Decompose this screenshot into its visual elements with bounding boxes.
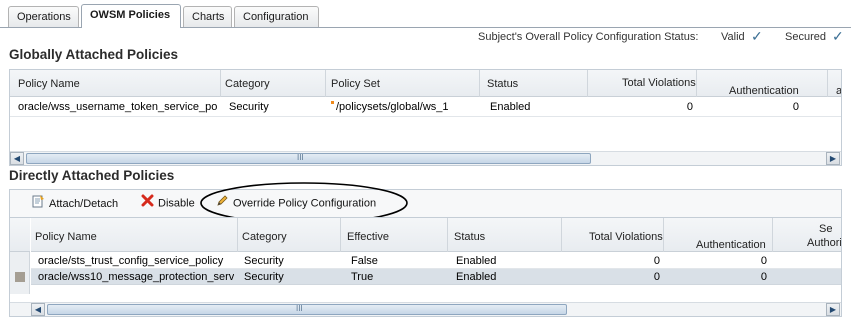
secured-check-icon: ✓ (832, 28, 844, 44)
scroll-grip-icon: III (297, 153, 304, 162)
effective-cell: True (351, 271, 374, 283)
total-violations-cell: 0 (653, 271, 660, 283)
scroll-right-button[interactable]: ▶ (826, 303, 840, 316)
policy-set-cell[interactable]: /policysets/global/ws_1 (336, 101, 449, 113)
scroll-left-button[interactable]: ◀ (10, 152, 24, 165)
column-header-security-partial: Se (819, 223, 833, 235)
global-policies-title: Globally Attached Policies (9, 47, 179, 62)
total-violations-cell: 0 (653, 255, 660, 267)
disable-x-icon (141, 194, 154, 213)
tab-bar: Operations OWSM Policies Charts Configur… (0, 0, 851, 28)
column-header-policy-set[interactable]: Policy Set (331, 78, 380, 90)
column-header-category[interactable]: Category (242, 231, 287, 243)
column-header-overflow: a (836, 85, 842, 97)
column-header-total-violations[interactable]: Total Violations (622, 77, 696, 89)
category-cell: Security (229, 101, 269, 113)
global-horizontal-scrollbar[interactable]: ◀ III ▶ (10, 151, 841, 165)
disable-button[interactable]: Disable (141, 194, 195, 212)
tab-owsm-policies[interactable]: OWSM Policies (81, 4, 181, 28)
scroll-right-button[interactable]: ▶ (826, 152, 840, 165)
scroll-left-button[interactable]: ◀ (31, 303, 45, 316)
attach-icon (31, 194, 45, 214)
category-cell: Security (244, 255, 284, 267)
policy-set-marker-icon (331, 101, 334, 104)
tab-operations[interactable]: Operations (8, 6, 79, 28)
table-header: Policy Name Category Policy Set Status T… (10, 70, 841, 97)
valid-check-icon: ✓ (751, 28, 763, 44)
column-header-authentication[interactable]: Authentication (696, 239, 766, 251)
attach-detach-label: Attach/Detach (49, 197, 119, 210)
column-header-category[interactable]: Category (225, 78, 270, 90)
total-violations-cell: 0 (686, 101, 693, 113)
table-row-selected[interactable]: oracle/wss10_message_protection_servi Se… (31, 269, 841, 285)
scroll-thumb[interactable]: III (47, 304, 567, 315)
column-header-total-violations[interactable]: Total Violations (589, 231, 663, 243)
column-header-policy-name[interactable]: Policy Name (35, 231, 97, 243)
direct-horizontal-scrollbar[interactable]: ◀ III ▶ (10, 302, 841, 316)
authentication-cell: 0 (760, 255, 767, 267)
valid-status-label: Valid (721, 31, 745, 43)
overall-status-label: Subject's Overall Policy Configuration S… (478, 31, 699, 43)
table-row[interactable]: oracle/wss_username_token_service_pol Se… (10, 98, 841, 117)
authentication-cell: 0 (792, 101, 799, 113)
global-policies-table: Policy Name Category Policy Set Status T… (9, 69, 842, 166)
disable-label: Disable (158, 197, 195, 210)
selected-row-indicator[interactable] (15, 272, 25, 282)
direct-policies-table: Policy Name Category Effective Status To… (9, 217, 842, 317)
scroll-thumb[interactable]: III (26, 153, 591, 164)
column-header-status[interactable]: Status (454, 231, 485, 243)
policy-name-cell: oracle/wss10_message_protection_servi (38, 271, 234, 283)
policy-name-cell: oracle/sts_trust_config_service_policy (38, 255, 224, 267)
table-header: Policy Name Category Effective Status To… (31, 218, 841, 252)
row-selector-header (10, 218, 30, 252)
column-header-policy-name[interactable]: Policy Name (18, 78, 80, 90)
attach-detach-button[interactable]: Attach/Detach (31, 194, 118, 212)
column-header-authorization-partial: Authori (807, 237, 841, 249)
table-row[interactable]: oracle/sts_trust_config_service_policy S… (31, 253, 841, 269)
tab-configuration[interactable]: Configuration (234, 6, 319, 28)
policy-name-cell: oracle/wss_username_token_service_pol (18, 101, 218, 113)
direct-policies-title: Directly Attached Policies (9, 168, 175, 183)
column-header-authentication[interactable]: Authentication (729, 85, 799, 97)
tab-charts[interactable]: Charts (183, 6, 232, 28)
column-header-status[interactable]: Status (487, 78, 518, 90)
secured-status-label: Secured (785, 31, 826, 43)
direct-toolbar (9, 189, 842, 217)
column-header-effective[interactable]: Effective (347, 231, 389, 243)
scroll-grip-icon: III (296, 304, 303, 313)
category-cell: Security (244, 271, 284, 283)
status-cell: Enabled (456, 255, 497, 267)
status-cell: Enabled (456, 271, 497, 283)
status-cell: Enabled (490, 101, 531, 113)
effective-cell: False (351, 255, 378, 267)
authentication-cell: 0 (760, 271, 767, 283)
